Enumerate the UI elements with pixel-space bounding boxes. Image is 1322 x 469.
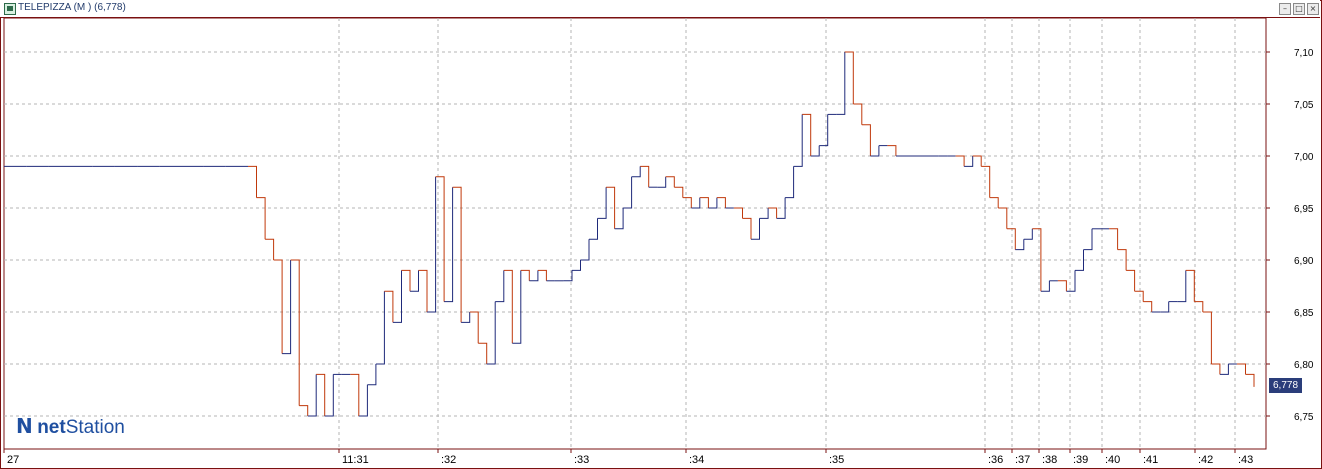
x-tick-label: 27 xyxy=(7,454,19,466)
x-tick-label: :40 xyxy=(1105,454,1120,466)
y-tick-label: 6,75 xyxy=(1294,412,1314,423)
x-tick-label: :43 xyxy=(1238,454,1253,466)
y-tick-label: 7,10 xyxy=(1294,48,1314,59)
x-tick-label: :37 xyxy=(1015,454,1030,466)
x-tick-label: :33 xyxy=(574,454,589,466)
logo-text-bold: net xyxy=(37,417,66,438)
x-tick-label: :35 xyxy=(829,454,844,466)
x-tick-label: :38 xyxy=(1042,454,1057,466)
price-chart[interactable]: 7,10 7,05 7,00 6,95 6,90 6,85 6,80 6,75 27 11:31… xyxy=(0,0,1322,469)
logo-mark: N xyxy=(16,414,33,438)
y-tick-label: 6,95 xyxy=(1294,204,1314,215)
x-tick-label: :42 xyxy=(1198,454,1213,466)
x-tick-label: :41 xyxy=(1143,454,1158,466)
y-tick-label: 7,05 xyxy=(1294,100,1314,111)
x-tick-label: :36 xyxy=(988,454,1003,466)
y-tick-label: 6,90 xyxy=(1294,256,1314,267)
logo-text: Station xyxy=(65,417,125,438)
x-tick-label: 11:31 xyxy=(342,454,369,466)
plot-area xyxy=(3,17,1267,450)
y-tick-label: 6,80 xyxy=(1294,360,1314,371)
y-tick-label: 7,00 xyxy=(1294,152,1314,163)
last-value-label: 6,778 xyxy=(1269,378,1302,393)
y-tick-label: 6,85 xyxy=(1294,308,1314,319)
x-tick-label: :34 xyxy=(689,454,704,466)
netstation-logo: N netStation xyxy=(16,414,125,438)
x-tick-label: :32 xyxy=(441,454,456,466)
x-tick-label: :39 xyxy=(1073,454,1088,466)
